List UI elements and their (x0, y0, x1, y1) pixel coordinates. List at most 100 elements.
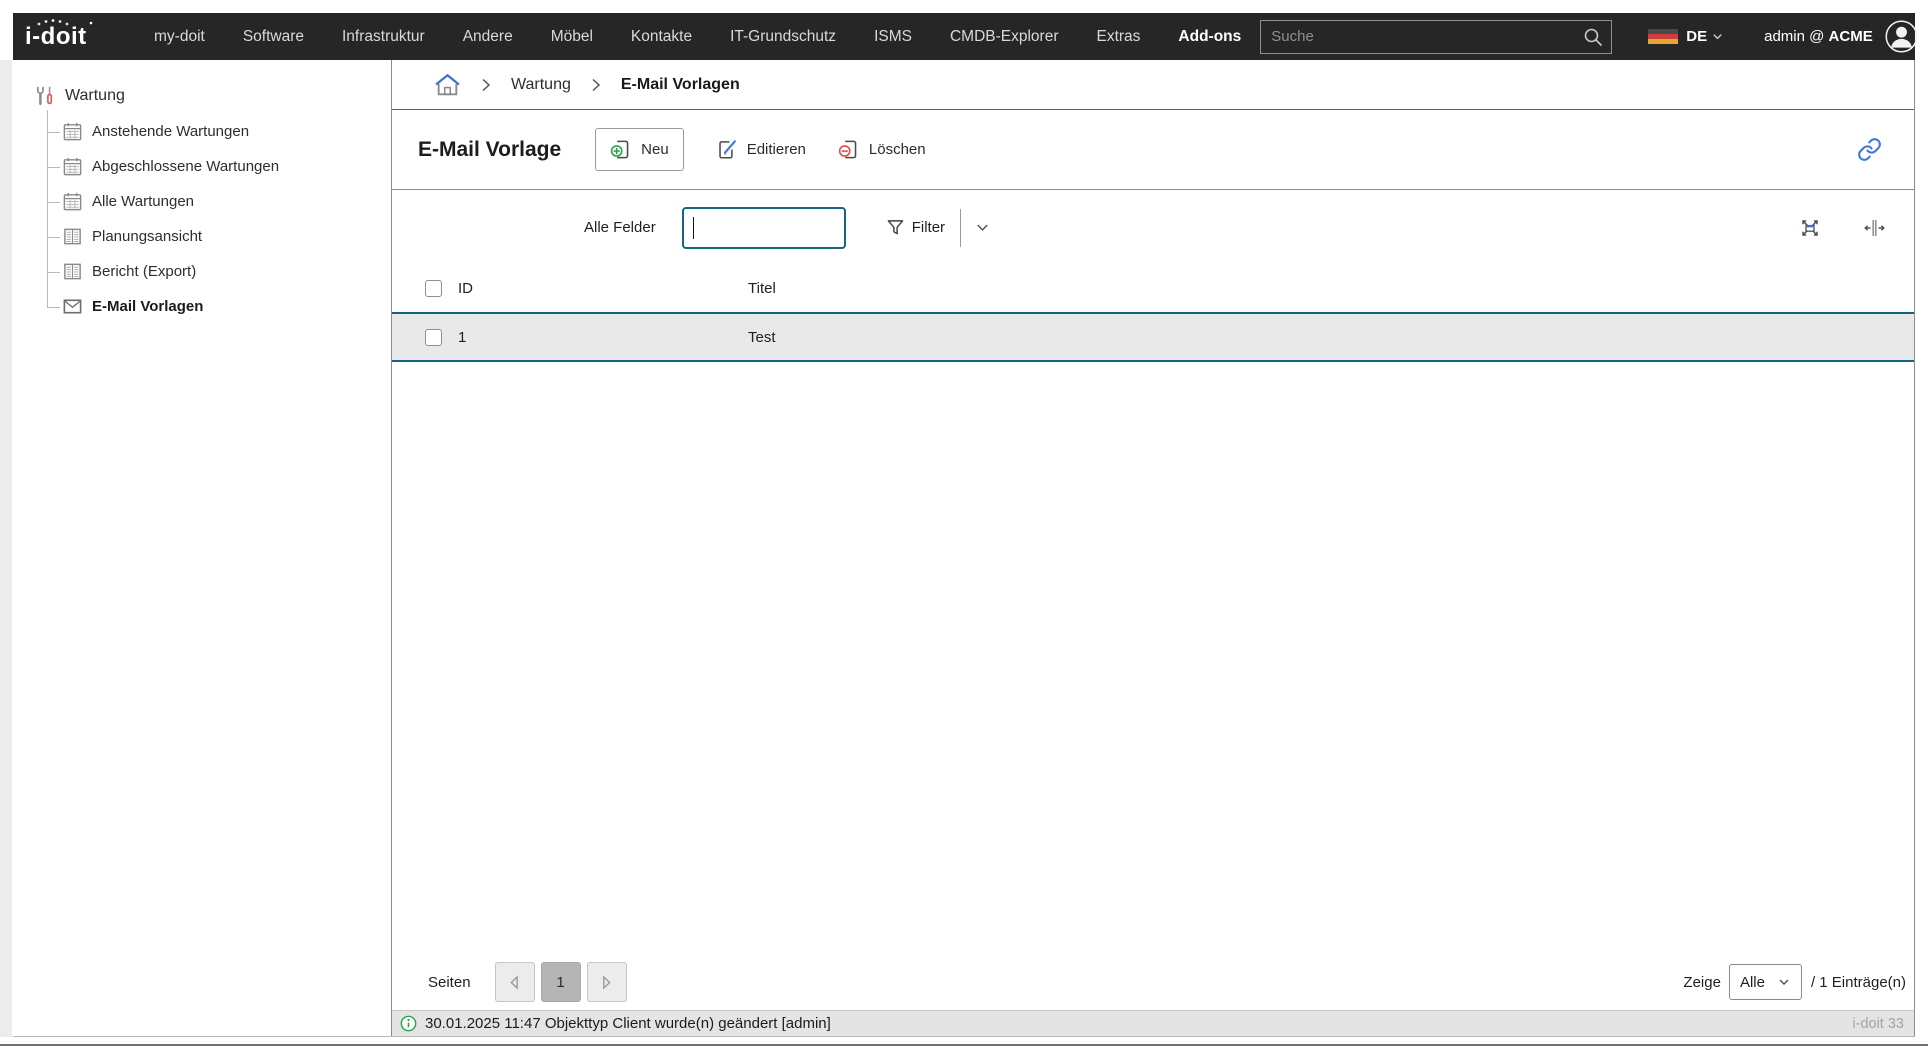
search-icon[interactable] (1582, 26, 1604, 53)
delete-button[interactable]: Löschen (838, 129, 926, 170)
row-checkbox[interactable] (425, 329, 442, 346)
top-navigation-bar: i-doit my-doit Software Infrastruktur An… (13, 13, 1915, 60)
sidebar-navigation: Wartung (13, 60, 392, 1036)
calendar-icon (62, 121, 83, 142)
sidebar-tree: Anstehende Wartungen (47, 114, 391, 324)
top-menu-item-extras[interactable]: Extras (1077, 28, 1159, 46)
table-row[interactable]: 1 Test (392, 312, 1914, 362)
global-search (1260, 20, 1612, 54)
i-doit-logo[interactable]: i-doit (23, 16, 111, 57)
report-icon (62, 226, 83, 247)
select-all-checkbox[interactable] (425, 280, 442, 297)
sidebar-item-label: Anstehende Wartungen (92, 123, 249, 140)
maximize-view-icon[interactable] (1798, 216, 1822, 240)
filter-chevron-down-icon[interactable] (974, 219, 991, 236)
left-gutter (0, 60, 12, 1037)
page-size-value: Alle (1740, 974, 1765, 991)
column-header-titel[interactable]: Titel (748, 280, 1914, 297)
top-menu-item-cmdb-explorer[interactable]: CMDB-Explorer (931, 28, 1078, 46)
sidebar-item-bericht-export[interactable]: Bericht (Export) (47, 254, 391, 289)
funnel-icon (886, 218, 905, 237)
pages-label: Seiten (428, 974, 471, 991)
top-menu-item-software[interactable]: Software (224, 28, 323, 46)
filter-button-label: Filter (912, 219, 945, 236)
info-icon (400, 1015, 417, 1032)
filter-input[interactable] (682, 207, 846, 249)
app-body: Wartung (13, 60, 1915, 1037)
top-menu: my-doit Software Infrastruktur Andere Mö… (135, 13, 1260, 60)
new-button[interactable]: Neu (595, 128, 684, 171)
top-menu-item-kontakte[interactable]: Kontakte (612, 28, 711, 46)
report-icon (62, 261, 83, 282)
top-menu-item-it-grundschutz[interactable]: IT-Grundschutz (711, 28, 855, 46)
top-menu-item-moebel[interactable]: Möbel (532, 28, 612, 46)
breadcrumb: Wartung E-Mail Vorlagen (392, 60, 1914, 110)
new-button-label: Neu (641, 141, 669, 158)
select-chevron-down-icon (1777, 975, 1791, 989)
sidebar-item-anstehende-wartungen[interactable]: Anstehende Wartungen (47, 114, 391, 149)
document-minus-icon (838, 138, 861, 161)
language-selector[interactable]: DE (1686, 28, 1707, 45)
sidebar-item-label: Alle Wartungen (92, 193, 194, 210)
top-menu-item-isms[interactable]: ISMS (855, 28, 931, 46)
previous-page-button[interactable] (495, 962, 535, 1002)
tenant-name: ACME (1829, 28, 1873, 45)
breadcrumb-email-vorlagen: E-Mail Vorlagen (621, 76, 740, 94)
column-header-id[interactable]: ID (458, 280, 748, 297)
mail-icon (62, 296, 83, 317)
app-version-label: i-doit 33 (1852, 1016, 1904, 1032)
language-chevron-down-icon[interactable] (1711, 30, 1724, 43)
top-menu-item-infrastruktur[interactable]: Infrastruktur (323, 28, 444, 46)
permalink-icon[interactable] (1857, 137, 1882, 162)
home-icon[interactable] (434, 72, 461, 98)
logged-in-user[interactable]: admin @ ACME (1764, 28, 1873, 45)
document-plus-icon (610, 138, 633, 161)
table-header: ID Titel (392, 265, 1914, 312)
sidebar-item-label: E-Mail Vorlagen (92, 298, 203, 315)
edit-button-label: Editieren (747, 141, 806, 158)
status-bar: 30.01.2025 11:47 Objekttyp Client wurde(… (392, 1010, 1914, 1036)
row-id-cell: 1 (458, 329, 748, 346)
sidebar-item-alle-wartungen[interactable]: Alle Wartungen (47, 184, 391, 219)
filter-button[interactable]: Filter (886, 218, 945, 237)
column-resize-icon[interactable] (1862, 216, 1886, 240)
chevron-right-icon (589, 77, 603, 93)
page-size-select[interactable]: Alle (1729, 964, 1802, 1000)
filter-input-wrap (682, 207, 846, 249)
entries-count-label: / 1 Einträge(n) (1811, 974, 1906, 991)
sidebar-item-wartung-root[interactable]: Wartung (34, 82, 391, 110)
tools-icon (34, 85, 56, 107)
filter-scope-label: Alle Felder (584, 219, 656, 236)
status-message: 30.01.2025 11:47 Objekttyp Client wurde(… (425, 1015, 831, 1032)
calendar-icon (62, 191, 83, 212)
breadcrumb-wartung[interactable]: Wartung (511, 76, 571, 94)
content-empty-area (392, 362, 1914, 954)
pagination-bar: Seiten 1 Zeige Alle / 1 Einträge(n) (392, 954, 1914, 1010)
sidebar-item-label: Planungsansicht (92, 228, 202, 245)
page-bottom-line (0, 1044, 1928, 1046)
page-size-area: Zeige Alle / 1 Einträge(n) (1683, 964, 1906, 1000)
edit-button[interactable]: Editieren (716, 129, 806, 170)
delete-button-label: Löschen (869, 141, 926, 158)
view-options (1798, 216, 1886, 240)
content-toolbar: E-Mail Vorlage Neu (392, 110, 1914, 190)
top-menu-item-my-doit[interactable]: my-doit (135, 28, 224, 46)
sidebar-item-label: Bericht (Export) (92, 263, 196, 280)
row-titel-cell: Test (748, 329, 1914, 346)
sidebar-item-abgeschlossene-wartungen[interactable]: Abgeschlossene Wartungen (47, 149, 391, 184)
main-content: Wartung E-Mail Vorlagen E-Mail Vorlage (392, 60, 1915, 1036)
search-input[interactable] (1260, 20, 1612, 54)
user-name: admin @ (1764, 28, 1824, 45)
sidebar-item-email-vorlagen[interactable]: E-Mail Vorlagen (47, 289, 391, 324)
german-flag-icon (1648, 29, 1678, 44)
user-avatar-icon[interactable] (1885, 20, 1918, 53)
top-menu-item-andere[interactable]: Andere (444, 28, 532, 46)
calendar-icon (62, 156, 83, 177)
i-doit-logo-icon: i-doit (23, 16, 111, 52)
sidebar-item-planungsansicht[interactable]: Planungsansicht (47, 219, 391, 254)
top-menu-item-add-ons[interactable]: Add-ons (1159, 28, 1260, 46)
page-number-button[interactable]: 1 (541, 962, 581, 1002)
sidebar-item-label: Abgeschlossene Wartungen (92, 158, 279, 175)
next-page-button[interactable] (587, 962, 627, 1002)
chevron-right-icon (479, 77, 493, 93)
